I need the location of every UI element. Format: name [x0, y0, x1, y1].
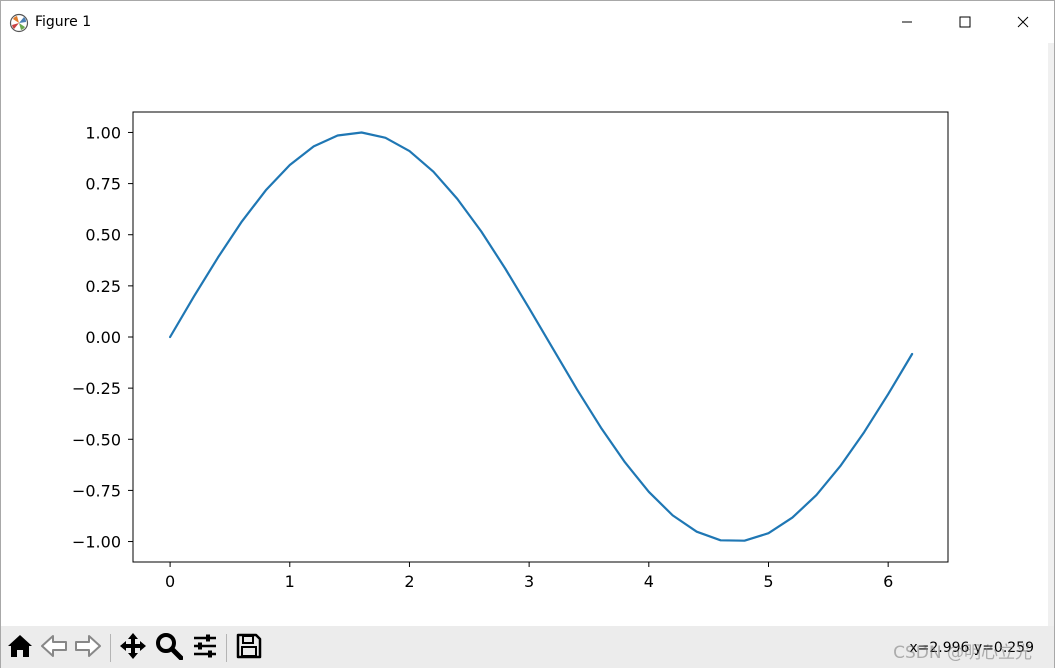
figure-canvas[interactable]: 0 1 2 3 4 5 6 1.00 0.75 0.50 0.25 0.00 −0.25 −0.50 −0.…	[1, 43, 1054, 626]
axes-frame	[132, 111, 949, 563]
y-tick-label: 0.50	[85, 226, 121, 245]
toolbar-separator	[110, 634, 111, 662]
configure-subplots-icon	[192, 633, 218, 663]
maximize-icon	[959, 13, 971, 32]
watermark: CSDN @明心立光	[893, 643, 1032, 663]
home-icon	[7, 633, 33, 663]
x-tick-label: 1	[285, 572, 295, 591]
x-tick-label: 0	[165, 572, 175, 591]
y-tick-label: −0.75	[72, 481, 121, 500]
forward-button[interactable]	[73, 633, 103, 663]
minimize-button[interactable]	[878, 1, 936, 43]
window-title: Figure 1	[35, 14, 92, 30]
y-tick-label: −0.25	[72, 379, 121, 398]
x-tick-label: 2	[404, 572, 414, 591]
x-tick-label: 4	[644, 572, 654, 591]
pan-button[interactable]	[118, 633, 148, 663]
back-icon	[40, 633, 68, 663]
x-tick-label: 5	[763, 572, 773, 591]
back-button[interactable]	[39, 633, 69, 663]
y-tick-label: 0.00	[85, 328, 121, 347]
save-icon	[236, 633, 262, 663]
forward-icon	[74, 633, 102, 663]
y-tick-label: −1.00	[72, 533, 121, 552]
figure-window: Figure 1 0 1 2 3 4 5 6 1.00 0.75 0.50 0.25 0.00 −0.2…	[0, 0, 1055, 668]
matplotlib-icon	[9, 13, 29, 33]
y-tick-label: 0.75	[85, 175, 121, 194]
line-chart: 0 1 2 3 4 5 6 1.00 0.75 0.50 0.25 0.00 −0.25 −0.50 −0.…	[72, 111, 949, 591]
minimize-icon	[901, 13, 913, 32]
y-tick-label: 1.00	[85, 123, 121, 142]
scrollbar[interactable]	[1048, 43, 1054, 626]
title-bar[interactable]: Figure 1	[1, 1, 1054, 43]
close-icon	[1017, 13, 1029, 32]
home-button[interactable]	[5, 633, 35, 663]
pan-icon	[119, 632, 147, 664]
navigation-toolbar: x=2.996 y=0.259 CSDN @明心立光	[1, 626, 1054, 668]
toolbar-separator	[226, 634, 227, 662]
zoom-icon	[155, 632, 184, 664]
x-tick-label: 3	[524, 572, 534, 591]
zoom-button[interactable]	[154, 633, 184, 663]
save-button[interactable]	[234, 633, 264, 663]
series-line	[169, 131, 914, 542]
maximize-button[interactable]	[936, 1, 994, 43]
x-tick-label: 6	[883, 572, 893, 591]
close-button[interactable]	[994, 1, 1052, 43]
y-tick-label: −0.50	[72, 430, 121, 449]
y-tick-label: 0.25	[85, 277, 121, 296]
configure-subplots-button[interactable]	[190, 633, 220, 663]
